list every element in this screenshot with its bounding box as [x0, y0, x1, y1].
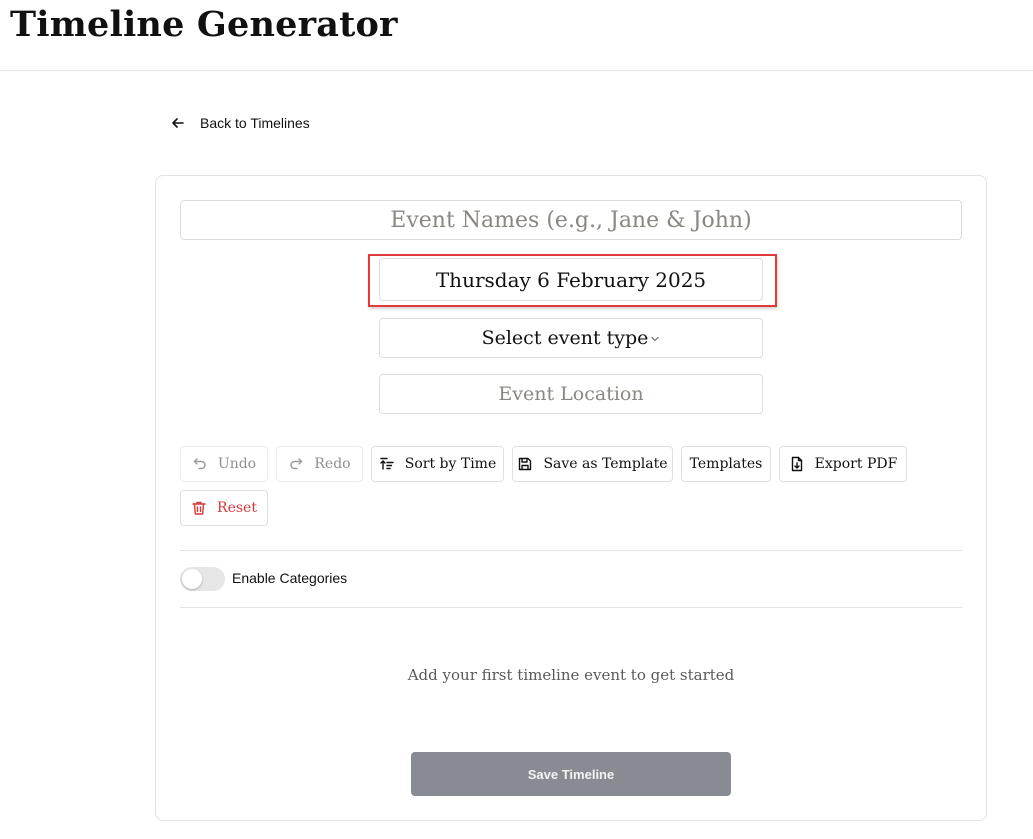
section-divider — [180, 550, 962, 551]
event-type-select[interactable]: Select event type — [379, 318, 763, 358]
back-to-timelines-link[interactable]: Back to Timelines — [170, 112, 310, 134]
save-as-template-button[interactable]: Save as Template — [512, 446, 673, 482]
event-names-input[interactable]: Event Names (e.g., Jane & John) — [180, 200, 962, 240]
back-link-label: Back to Timelines — [200, 115, 310, 131]
event-location-placeholder: Event Location — [498, 383, 644, 405]
reset-button[interactable]: Reset — [180, 490, 268, 526]
undo-label: Undo — [217, 456, 257, 472]
page-title: Timeline Generator — [10, 4, 398, 45]
sort-by-time-button[interactable]: Sort by Time — [371, 446, 504, 482]
timeline-empty-message: Add your first timeline event to get sta… — [407, 666, 735, 684]
enable-categories-label: Enable Categories — [232, 570, 348, 586]
redo-icon — [288, 456, 304, 472]
export-pdf-button[interactable]: Export PDF — [779, 446, 907, 482]
sort-icon — [379, 456, 395, 472]
trash-icon — [191, 500, 207, 516]
save-icon — [517, 456, 533, 472]
templates-label: Templates — [689, 456, 763, 472]
export-label: Export PDF — [814, 456, 898, 472]
arrow-left-icon — [170, 115, 186, 131]
event-date-input[interactable]: Thursday 6 February 2025 — [379, 258, 763, 301]
redo-label: Redo — [314, 456, 351, 472]
chevron-down-icon — [650, 327, 660, 349]
page-header: Timeline Generator — [0, 0, 1033, 71]
enable-categories-toggle[interactable] — [180, 567, 225, 591]
sort-label: Sort by Time — [404, 456, 497, 472]
file-download-icon — [789, 456, 805, 472]
event-location-input[interactable]: Event Location — [379, 374, 763, 414]
save-timeline-label: Save Timeline — [527, 766, 615, 782]
undo-icon — [192, 456, 208, 472]
save-template-label: Save as Template — [543, 456, 668, 472]
undo-button[interactable]: Undo — [180, 446, 268, 482]
save-timeline-button[interactable]: Save Timeline — [411, 752, 731, 796]
templates-button[interactable]: Templates — [681, 446, 771, 482]
toggle-knob — [182, 569, 202, 589]
event-names-placeholder: Event Names (e.g., Jane & John) — [390, 207, 752, 233]
event-type-label: Select event type — [481, 327, 649, 349]
section-divider — [180, 607, 962, 608]
redo-button[interactable]: Redo — [276, 446, 363, 482]
event-date-value: Thursday 6 February 2025 — [435, 267, 707, 292]
reset-label: Reset — [217, 500, 257, 516]
